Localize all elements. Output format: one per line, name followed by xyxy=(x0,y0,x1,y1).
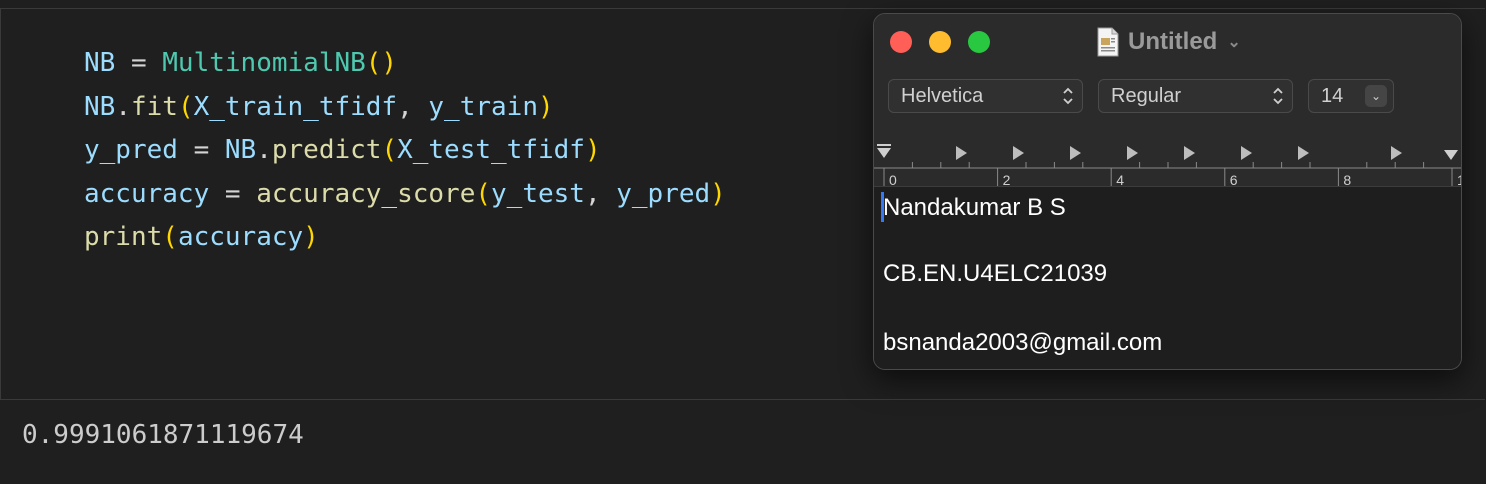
code-token: accuracy xyxy=(177,222,304,252)
ruler[interactable]: 0 2 4 6 8 1 xyxy=(874,138,1461,193)
font-size-field[interactable]: 14 ⌄ xyxy=(1308,79,1394,113)
updown-chevron-icon xyxy=(1273,87,1283,105)
close-icon[interactable] xyxy=(890,31,912,53)
code-token: = xyxy=(209,178,257,209)
document-line: CB.EN.U4ELC21039 xyxy=(883,260,1108,287)
ruler-label: 4 xyxy=(1116,172,1124,186)
code-token: = xyxy=(115,48,163,78)
tab-stop-marker xyxy=(1184,146,1195,160)
ruler-label: 0 xyxy=(889,172,897,186)
tab-stop-marker xyxy=(1241,146,1252,160)
window-titlebar[interactable]: Untitled ⌄ Helvetica Regular 14 ⌄ xyxy=(874,14,1461,138)
cell-output: 0.9991061871119674 xyxy=(22,420,304,450)
font-family-select[interactable]: Helvetica xyxy=(888,79,1083,113)
code-token: , xyxy=(397,91,429,122)
code-line: y_pred = NB.predict(X_test_tfidf) xyxy=(84,129,726,173)
left-indent-marker xyxy=(877,148,891,158)
code-token: () xyxy=(365,48,398,78)
code-token: ( xyxy=(475,178,492,209)
textedit-window[interactable]: Untitled ⌄ Helvetica Regular 14 ⌄ 0 2 4 … xyxy=(873,13,1462,370)
font-style-value: Regular xyxy=(1111,84,1182,107)
code-token: NB xyxy=(84,48,116,78)
ruler-label: 8 xyxy=(1343,172,1351,186)
code-token: ( xyxy=(381,135,398,165)
code-token: ) xyxy=(537,91,554,122)
code-token: accuracy xyxy=(84,178,210,209)
font-style-select[interactable]: Regular xyxy=(1098,79,1293,113)
document-line: Nandakumar B S xyxy=(883,194,1066,221)
code-token: y_pred xyxy=(616,178,711,209)
chevron-down-icon[interactable]: ⌄ xyxy=(1365,85,1387,107)
tab-stop-marker xyxy=(1013,146,1024,160)
document-line: bsnanda2003@gmail.com xyxy=(883,329,1163,356)
code-token: = xyxy=(177,135,225,165)
code-token: ( xyxy=(177,91,194,122)
tab-stop-marker xyxy=(1298,146,1309,160)
chevron-down-icon[interactable]: ⌄ xyxy=(1227,32,1240,52)
document-text-area[interactable]: Nandakumar B S CB.EN.U4ELC21039 bsnanda2… xyxy=(874,187,1461,369)
right-margin-marker xyxy=(1444,150,1458,160)
code-token: NB xyxy=(224,135,257,165)
code-token: ) xyxy=(710,178,726,209)
code-token: predict xyxy=(271,135,382,165)
tab-stop-marker xyxy=(1127,146,1138,160)
ruler-label: 2 xyxy=(1003,172,1011,186)
zoom-icon[interactable] xyxy=(968,31,990,53)
ruler-label: 6 xyxy=(1230,172,1238,186)
code-line: NB.fit(X_train_tfidf, y_train) xyxy=(84,86,726,130)
code-token: fit xyxy=(130,91,178,122)
font-size-value: 14 xyxy=(1321,84,1344,107)
ruler-label: 1 xyxy=(1457,172,1461,186)
tab-stop-marker xyxy=(1070,146,1081,160)
minimize-icon[interactable] xyxy=(929,31,951,53)
window-title[interactable]: Untitled ⌄ xyxy=(1096,24,1241,60)
code-token: ( xyxy=(162,222,178,252)
code-editor[interactable]: NB = MultinomialNB() NB.fit(X_train_tfidf… xyxy=(84,42,726,260)
code-token: X_train_tfidf xyxy=(193,91,398,122)
code-token: ) xyxy=(584,135,601,165)
document-icon xyxy=(1096,27,1120,57)
code-token: X_test_tfidf xyxy=(397,135,585,165)
code-token: print xyxy=(84,222,163,252)
font-family-value: Helvetica xyxy=(901,84,984,107)
code-line: NB = MultinomialNB() xyxy=(84,42,726,86)
code-token: y_test xyxy=(491,178,585,209)
code-line: accuracy = accuracy_score(y_test, y_pred… xyxy=(84,173,726,217)
code-token: y_train xyxy=(428,91,538,122)
code-token: accuracy_score xyxy=(256,178,476,209)
ruler-scale: 0 2 4 6 8 1 xyxy=(874,144,1461,193)
code-line: print(accuracy) xyxy=(84,216,726,260)
updown-chevron-icon xyxy=(1063,87,1073,105)
code-token: . xyxy=(256,135,272,165)
code-token: . xyxy=(115,91,131,122)
code-token: , xyxy=(584,178,617,209)
window-title-text: Untitled xyxy=(1128,28,1218,55)
code-token: ) xyxy=(303,222,319,252)
code-token: y_pred xyxy=(84,135,178,165)
code-token: MultinomialNB xyxy=(162,48,366,78)
code-token: NB xyxy=(84,91,116,122)
tab-stop-marker xyxy=(956,146,967,160)
tab-stop-marker xyxy=(1391,146,1402,160)
